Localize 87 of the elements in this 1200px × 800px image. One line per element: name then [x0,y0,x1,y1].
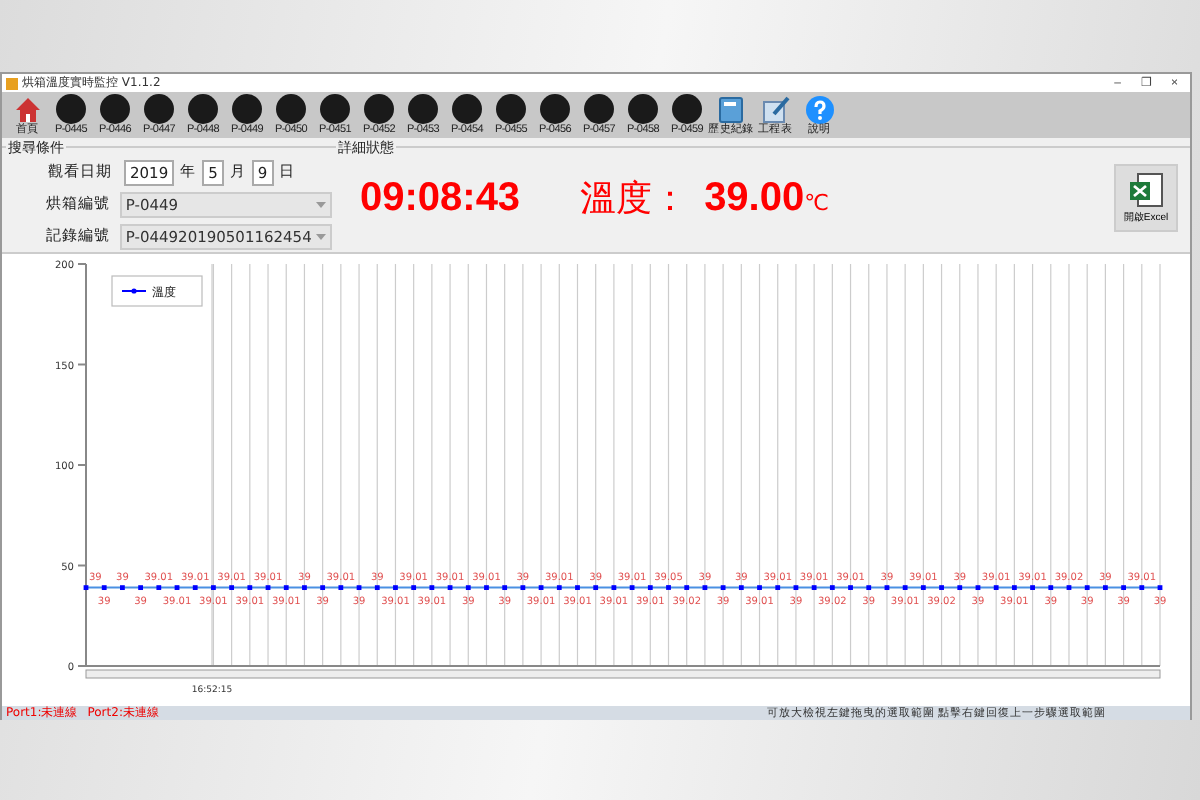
circle-icon [672,94,702,124]
circle-icon [452,94,482,124]
data-point [575,585,580,590]
app-icon [6,77,18,89]
data-point [647,585,653,590]
data-point [120,585,125,590]
circle-icon [232,94,262,124]
data-point [775,585,781,590]
data-point [283,585,289,590]
caret-icon [316,233,326,239]
circle-icon [320,94,350,124]
data-point [538,585,544,590]
data-point [720,585,726,590]
data-point [247,585,253,590]
data-point [411,585,417,590]
circle-icon [144,94,174,124]
data-point [1048,585,1054,590]
circle-icon [56,94,86,124]
circle-icon [100,94,130,124]
data-point [83,585,89,590]
data-point [338,585,344,590]
circle-icon [364,94,394,124]
circle-icon [584,94,614,124]
circle-icon [276,94,306,124]
data-point [302,585,307,590]
data-point [156,585,162,590]
data-point [738,585,744,590]
spreadsheet-icon [1128,172,1164,208]
circle-icon [628,94,658,124]
data-point [320,585,326,590]
data-point [884,585,890,590]
temperature-value: 39.00 [704,176,805,222]
data-point [192,585,198,590]
data-point [1139,585,1145,590]
time-readout: 09:08:43 [360,175,521,221]
data-point [138,585,143,590]
data-point [902,585,908,590]
data-point [957,585,963,590]
data-point [174,585,180,590]
data-point [848,585,853,590]
data-point [520,585,526,590]
data-point [1030,585,1035,590]
data-point [393,585,398,590]
document-pen-icon [761,96,789,124]
data-point [484,585,489,590]
data-point [993,585,999,590]
data-point [793,585,799,590]
data-point [939,585,944,590]
data-point [502,585,508,590]
data-point [1157,585,1163,590]
data-point [611,585,617,590]
data-point [211,585,216,590]
data-point [629,585,635,590]
data-point [666,585,671,590]
data-point [556,585,562,590]
data-point [1103,585,1108,590]
temperature-label: 溫度： [580,176,689,222]
data-point [757,585,762,590]
data-point [1084,585,1090,590]
data-point [975,585,981,590]
data-point [101,585,107,590]
data-point [374,585,380,590]
help-icon [805,96,833,124]
data-point [684,585,690,590]
caret-icon [316,201,326,207]
data-point [811,585,817,590]
circle-icon [188,94,218,124]
data-point [356,585,362,590]
data-point [465,585,471,590]
circle-icon [540,94,570,124]
data-point [265,585,271,590]
data-point [702,585,708,590]
data-point [593,585,599,590]
data-point [429,585,435,590]
house-icon [13,96,41,124]
circle-icon [408,94,438,124]
book-icon [718,96,744,124]
data-point [1011,585,1017,590]
temperature-unit: ℃ [804,190,829,216]
data-point [920,585,926,590]
data-point [1066,585,1072,590]
data-point [829,585,835,590]
data-point [229,585,235,590]
data-point [1121,585,1126,590]
circle-icon [496,94,526,124]
data-point [866,585,872,590]
data-point [447,585,453,590]
